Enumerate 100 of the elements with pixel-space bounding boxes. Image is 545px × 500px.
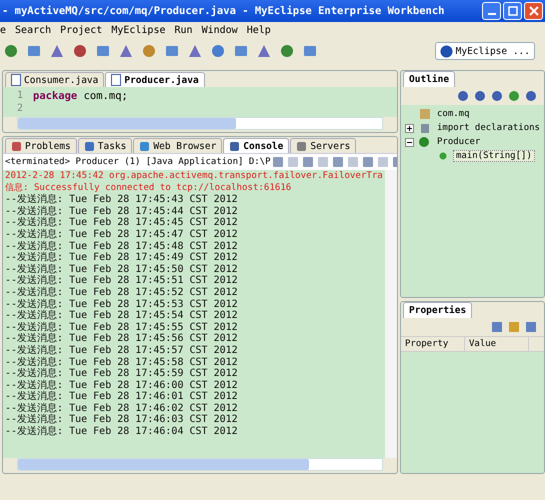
outline-item[interactable]: com.mq [435,109,472,119]
toolbar-icon[interactable] [279,43,295,59]
outline-toolbar-icon[interactable] [473,89,487,103]
expander-icon[interactable] [405,138,414,146]
file-icon [111,74,122,86]
imports-icon [418,122,432,134]
maximize-icon [508,6,518,16]
view-icon [84,140,95,152]
line-number: 2 [16,103,24,114]
menu-item[interactable]: Project [60,24,102,36]
toolbar-icon[interactable] [95,43,111,59]
code-line: package com.mq; [33,90,128,102]
maximize-button[interactable] [503,2,522,20]
horizontal-scrollbar[interactable] [17,117,383,130]
toolbar-icon[interactable] [49,43,65,59]
toolbar-icon[interactable] [302,43,318,59]
file-icon [11,74,21,86]
toolbar-icon[interactable] [210,43,226,59]
console-toolbar-icon[interactable] [376,155,390,169]
close-icon [528,6,538,16]
console-line: --发送消息: Tue Feb 28 17:45:45 CST 2012 [5,217,239,228]
column-header[interactable]: Value [465,337,529,351]
console-line: --发送消息: Tue Feb 28 17:46:02 CST 2012 [5,402,239,414]
console-line: --发送消息: Tue Feb 28 17:45:55 CST 2012 [5,322,239,333]
toolbar-icon[interactable] [233,43,249,59]
console-line: 信息: Successfully connected to tcp://localhost:61616 [5,182,292,194]
horizontal-scrollbar[interactable] [17,458,383,471]
console-line: --发送消息: Tue Feb 28 17:45:53 CST 2012 [5,298,239,310]
menu-item[interactable]: Run [174,24,193,36]
view-icon [296,140,308,152]
outline-item[interactable]: Producer [435,137,482,147]
console-line: --发送消息: Tue Feb 28 17:45:49 CST 2012 [5,252,239,264]
console-line: --发送消息: Tue Feb 28 17:46:04 CST 2012 [5,426,239,438]
menu-item[interactable]: Search [15,24,52,36]
outline-item[interactable]: main(String[]) [453,150,535,162]
console-line: --发送消息: Tue Feb 28 17:45:43 CST 2012 [5,194,239,206]
menu-item[interactable]: Help [246,24,271,36]
window-title: - myActiveMQ/src/com/mq/Producer.java - MyEclipse Enterprise Workbench [2,5,446,17]
view-tab[interactable]: Tasks [78,138,132,153]
view-tab[interactable]: Web Browser [133,138,222,153]
console-line: --发送消息: Tue Feb 28 17:45:54 CST 2012 [5,310,239,322]
menu-item[interactable]: MyEclipse [111,24,166,36]
toolbar-icon[interactable] [141,43,157,59]
toolbar-icon[interactable] [256,43,272,59]
console-line: --发送消息: Tue Feb 28 17:45:52 CST 2012 [5,286,239,298]
view-title: Properties [403,302,472,318]
console-line: --发送消息: Tue Feb 28 17:45:50 CST 2012 [5,264,239,275]
editor-tab[interactable]: Consumer.java [5,72,104,87]
properties-toolbar-icon[interactable] [507,320,521,334]
toolbar-icon[interactable] [187,43,203,59]
console-line: --发送消息: Tue Feb 28 17:45:58 CST 2012 [5,356,239,368]
console-toolbar-icon[interactable] [286,155,300,169]
console-line: --发送消息: Tue Feb 28 17:45:47 CST 2012 [5,228,239,240]
menu-item[interactable]: Window [202,24,238,36]
properties-toolbar-icon[interactable] [490,320,504,334]
view-tab[interactable]: Problems [5,138,77,153]
toolbar-icon[interactable] [3,43,19,59]
console-line: --发送消息: Tue Feb 28 17:46:00 CST 2012 [5,380,239,391]
perspective-icon [440,44,453,58]
console-toolbar-icon[interactable] [270,155,285,169]
console-line: --发送消息: Tue Feb 28 17:45:51 CST 2012 [5,275,239,286]
outline-toolbar-icon[interactable] [456,89,470,103]
console-toolbar-icon[interactable] [330,155,345,169]
console-line: --发送消息: Tue Feb 28 17:45:56 CST 2012 [5,333,239,344]
view-icon [11,140,22,152]
console-line: --发送消息: Tue Feb 28 17:46:03 CST 2012 [5,414,239,426]
menu-item[interactable]: e [0,24,6,36]
class-icon [418,136,432,148]
line-number: 1 [16,90,24,101]
toolbar-icon[interactable] [164,43,180,59]
view-icon [229,140,240,152]
console-line: --发送消息: Tue Feb 28 17:45:57 CST 2012 [5,344,239,356]
toolbar-icon[interactable] [72,43,88,59]
outline-item[interactable]: import declarations [435,123,542,133]
vertical-scrollbar[interactable] [385,170,397,458]
toolbar-icon[interactable] [26,43,42,59]
console-line: --发送消息: Tue Feb 28 17:45:44 CST 2012 [5,206,239,217]
perspective-button[interactable]: MyEclipse ... [434,42,535,60]
outline-toolbar-icon[interactable] [490,89,504,103]
outline-toolbar-icon[interactable] [507,89,521,103]
toolbar-icon[interactable] [118,43,134,59]
console-toolbar-icon[interactable] [300,155,315,169]
minimize-button[interactable] [482,2,501,20]
view-title: Outline [403,71,456,87]
view-tab[interactable]: Servers [290,138,356,153]
outline-toolbar-icon[interactable] [524,89,538,103]
console-header: <terminated> Producer (1) [Java Application] D:\P [4,157,271,167]
console-line: --发送消息: Tue Feb 28 17:45:59 CST 2012 [5,368,239,380]
console-line: 2012-2-28 17:45:42 org.apache.activemq.transport.failover.FailoverTra [5,171,383,182]
console-toolbar-icon[interactable] [346,155,360,169]
column-header[interactable]: Property [401,337,465,351]
console-toolbar-icon[interactable] [360,155,375,169]
close-button[interactable] [524,2,543,20]
editor-tab[interactable]: Producer.java [105,72,205,87]
minimize-icon [488,13,496,15]
view-tab[interactable]: Console [223,138,290,153]
console-line: --发送消息: Tue Feb 28 17:46:01 CST 2012 [5,391,239,402]
properties-toolbar-icon[interactable] [524,320,538,334]
expander-icon[interactable] [405,124,414,132]
console-toolbar-icon[interactable] [316,155,330,169]
